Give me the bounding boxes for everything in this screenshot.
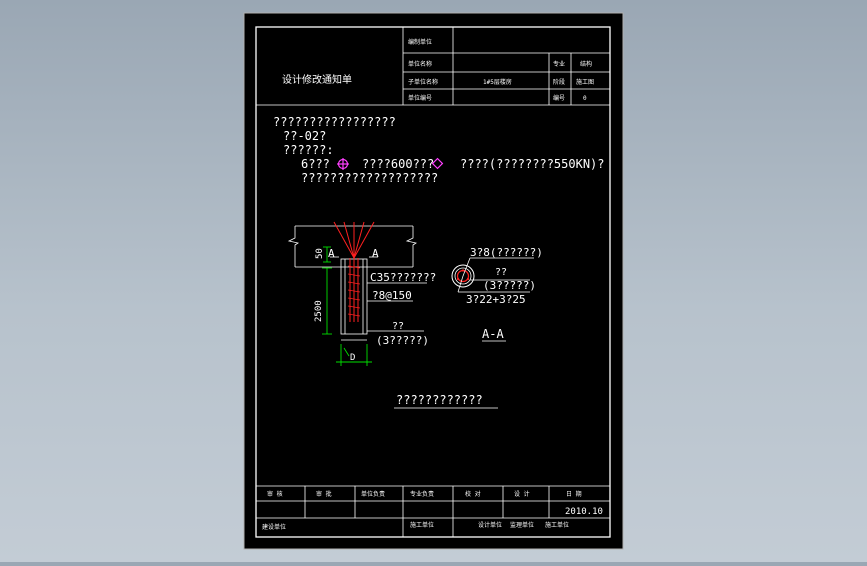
title-text: 设计修改通知单 <box>282 73 352 86</box>
section-mark-left: A <box>328 247 335 260</box>
note-line2: ??-02? <box>283 129 326 143</box>
footer-row3-4: 施工单位 <box>545 521 569 529</box>
rebar-word: ?? <box>392 321 404 332</box>
section-label: A-A <box>482 327 504 341</box>
note-line4c: ????(????????550KN)? <box>460 157 605 171</box>
bottom-note: ???????????? <box>396 393 483 407</box>
note-line3: ??????: <box>283 143 334 157</box>
note-line4a: 6??? <box>301 157 330 171</box>
footer-header-6: 日 期 <box>566 490 582 498</box>
dim-d: D <box>350 353 355 363</box>
row2-label: 单位名称 <box>408 60 432 68</box>
row3-label: 子单位名称 <box>408 78 438 86</box>
footer-header-5: 设 计 <box>514 490 530 498</box>
concrete-note: C35??????? <box>370 271 436 284</box>
section-bottom-note: 3?22+3?25 <box>466 293 526 306</box>
note-line1: ????????????????? <box>273 115 396 129</box>
footer-header-4: 校 对 <box>465 490 481 498</box>
note-line5: ??????????????????? <box>301 171 438 185</box>
row3-side-label: 阶段 <box>553 78 565 86</box>
section-mid-note: (3?????) <box>483 279 536 292</box>
stirrup-note: ?8@150 <box>372 289 412 302</box>
section-mark-right: A <box>372 247 379 260</box>
section-mid-word: ?? <box>495 267 507 278</box>
row2-side-value: 结构 <box>580 60 592 68</box>
drawing-canvas[interactable]: 设计修改通知单 编制单位 单位名称 子单位名称 单位编号 1#5层楼房 专业 阶… <box>0 0 867 562</box>
row4-side-value: 0 <box>583 95 587 102</box>
footer-date: 2010.10 <box>565 507 603 517</box>
row3-value: 1#5层楼房 <box>483 78 512 86</box>
footer-header-0: 审 核 <box>267 490 283 498</box>
row4-side-label: 编号 <box>553 94 565 102</box>
row1-label: 编制单位 <box>408 38 432 46</box>
footer-header-2: 单位负责 <box>361 490 385 498</box>
footer-row3-0: 建设单位 <box>262 523 286 531</box>
rebar-note: (3?????) <box>376 334 429 347</box>
note-line4b: ????600??? <box>362 157 434 171</box>
footer-header-1: 审 批 <box>316 490 332 498</box>
section-top-note: 3?8(??????) <box>470 246 543 259</box>
dim-50: 50 <box>315 248 325 259</box>
cad-viewport: 设计修改通知单 编制单位 单位名称 子单位名称 单位编号 1#5层楼房 专业 阶… <box>0 0 867 562</box>
row4-label: 单位编号 <box>408 94 432 102</box>
footer-row3-3: 监理单位 <box>510 521 534 529</box>
row3-side-value: 施工图 <box>576 78 594 86</box>
footer-row3-2: 设计单位 <box>478 521 502 529</box>
row2-side-label: 专业 <box>553 60 565 68</box>
dim-2500: 2500 <box>314 300 324 322</box>
footer-row3-1: 施工单位 <box>410 521 434 529</box>
footer-header-3: 专业负责 <box>410 490 434 498</box>
